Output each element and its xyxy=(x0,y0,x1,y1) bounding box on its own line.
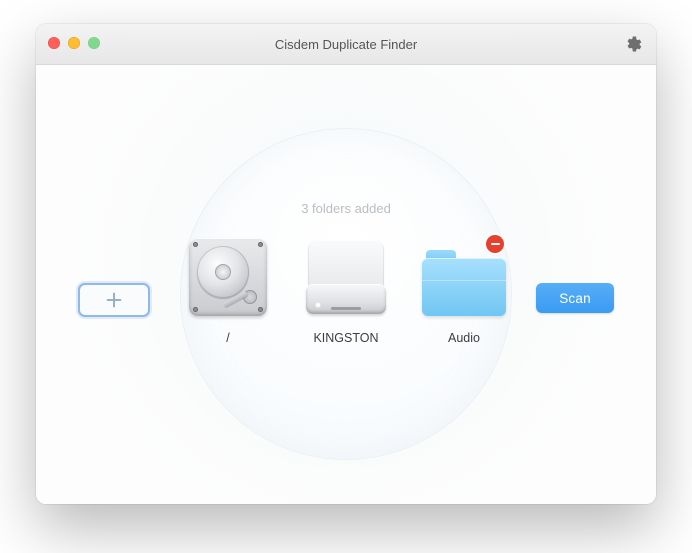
folder-item-kingston[interactable]: KINGSTON xyxy=(298,233,394,345)
minimize-window-button[interactable] xyxy=(68,37,80,49)
scan-button[interactable]: Scan xyxy=(536,283,614,313)
folder-item-label: Audio xyxy=(448,331,480,345)
zoom-window-button[interactable] xyxy=(88,37,100,49)
folders-row: / KINGSTON xyxy=(180,233,512,345)
folder-item-audio[interactable]: Audio xyxy=(416,233,512,345)
app-window: Cisdem Duplicate Finder Scan 3 folders a… xyxy=(36,24,656,504)
folder-item-label: KINGSTON xyxy=(313,331,378,345)
close-window-button[interactable] xyxy=(48,37,60,49)
titlebar: Cisdem Duplicate Finder xyxy=(36,24,656,65)
plus-icon xyxy=(103,289,125,311)
external-drive-icon xyxy=(306,240,386,314)
settings-button[interactable] xyxy=(624,34,644,54)
window-title: Cisdem Duplicate Finder xyxy=(36,37,656,52)
folder-item-label: / xyxy=(226,331,229,345)
folder-item-root[interactable]: / xyxy=(180,233,276,345)
scan-button-label: Scan xyxy=(559,291,591,306)
remove-folder-button[interactable] xyxy=(486,235,504,253)
gear-icon xyxy=(624,34,644,54)
window-controls xyxy=(48,37,100,49)
content-area: Scan 3 folders added xyxy=(36,65,656,504)
folder-icon xyxy=(422,250,506,316)
internal-drive-icon xyxy=(189,238,267,316)
add-folder-button[interactable] xyxy=(78,283,150,317)
folders-count-label: 3 folders added xyxy=(301,201,391,216)
